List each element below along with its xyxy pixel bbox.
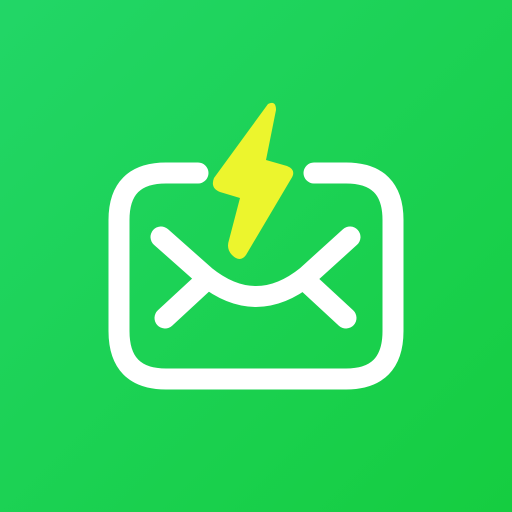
app-icon (0, 0, 512, 512)
background (0, 0, 512, 512)
app-icon-graphic (0, 0, 512, 512)
